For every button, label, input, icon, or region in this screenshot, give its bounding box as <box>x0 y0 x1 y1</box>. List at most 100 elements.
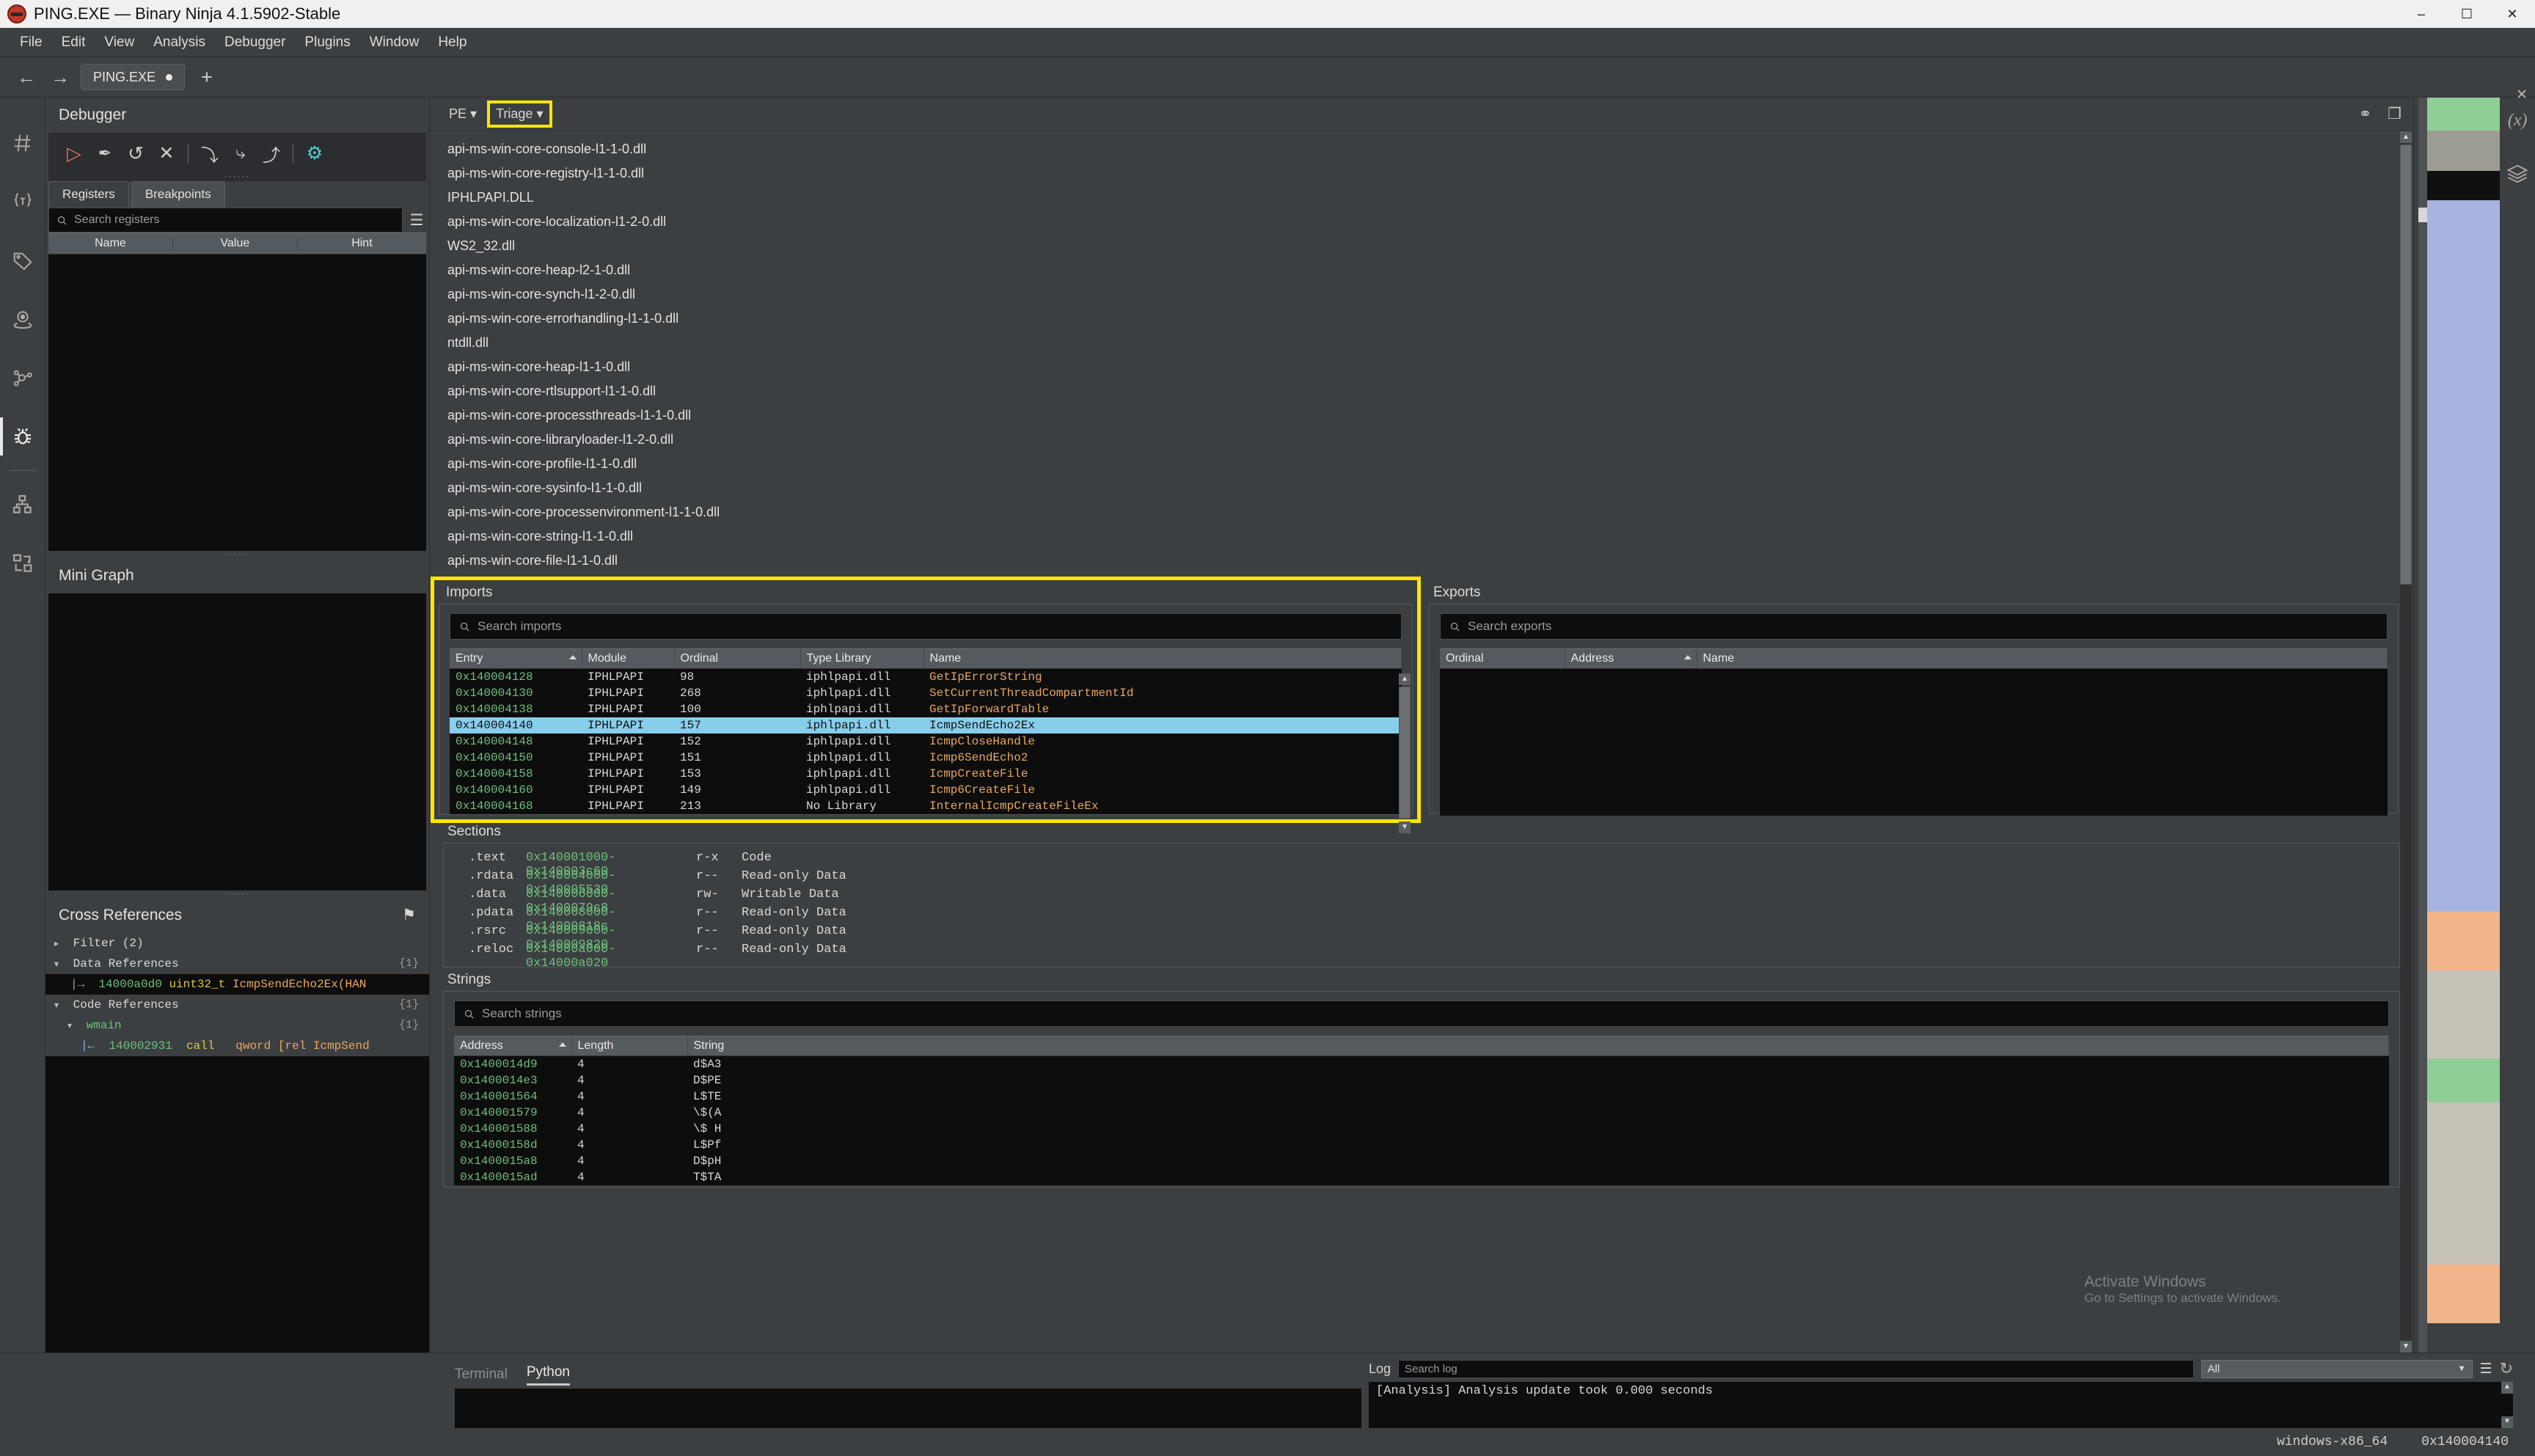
library-item[interactable]: ntdll.dll <box>447 331 2413 355</box>
table-row[interactable]: 0x140004148 IPHLPAPI 152 iphlpapi.dll Icmp… <box>450 734 1402 750</box>
table-row[interactable]: 0x140001564 4 L$TE <box>454 1089 2389 1105</box>
run-button[interactable]: ▷ <box>59 138 89 169</box>
table-row[interactable]: 0x1400014d9 4 d$A3 <box>454 1056 2389 1073</box>
minimize-button[interactable]: – <box>2399 0 2444 28</box>
triage-scroll-thumb[interactable] <box>2400 144 2412 585</box>
stop-button[interactable]: ✕ <box>151 138 182 169</box>
column-hint[interactable]: Hint <box>298 237 426 250</box>
symbols-icon[interactable] <box>0 114 45 172</box>
menu-edit[interactable]: Edit <box>52 32 95 54</box>
imports-col-name[interactable]: Name <box>923 648 1402 669</box>
tab-terminal[interactable]: Terminal <box>455 1367 508 1386</box>
imports-scroll-thumb[interactable] <box>1399 687 1411 819</box>
toolbar-resize-grip[interactable]: ······ <box>48 172 426 181</box>
library-item[interactable]: api-ms-win-core-sysinfo-l1-1-0.dll <box>447 476 2413 500</box>
variables-icon[interactable]: (x) <box>2508 111 2528 131</box>
link-icon[interactable]: ⚭ <box>2359 105 2372 123</box>
hierarchy-icon[interactable] <box>0 475 45 534</box>
graph-nodes-icon[interactable] <box>0 348 45 407</box>
layers-icon[interactable] <box>2506 163 2528 185</box>
table-row[interactable]: 0x1400015ad 4 T$TA <box>454 1169 2389 1185</box>
menu-window[interactable]: Window <box>360 32 429 54</box>
maximize-button[interactable]: ☐ <box>2444 0 2490 28</box>
menu-file[interactable]: File <box>10 32 52 54</box>
xref-code-row[interactable]: |← 140002931 call qword [rel IcmpSend <box>45 1036 429 1056</box>
step-out-button[interactable]: ⤴ <box>256 138 287 169</box>
column-value[interactable]: Value <box>173 237 298 250</box>
table-row[interactable]: 0x140004128 IPHLPAPI 98 iphlpapi.dll GetIp… <box>450 669 1402 686</box>
imports-col-module[interactable]: Module <box>582 648 675 669</box>
restart-button[interactable]: ↺ <box>120 138 151 169</box>
library-item[interactable]: api-ms-win-core-localization-l1-2-0.dll <box>447 210 2413 234</box>
search-imports-input[interactable]: Search imports <box>450 613 1402 640</box>
log-filter-dropdown[interactable]: All ▼ <box>2201 1359 2473 1378</box>
search-registers-input[interactable]: Search registers <box>48 208 403 233</box>
strings-col-length[interactable]: Length <box>571 1036 688 1056</box>
section-row[interactable]: .data 0x140006000-0x1400079c8 rw- Writable… <box>469 888 2399 915</box>
close-button[interactable]: ✕ <box>2490 0 2535 28</box>
section-row[interactable]: .reloc 0x14000a000-0x14000a020 r-- Read-on… <box>469 943 2399 970</box>
menu-analysis[interactable]: Analysis <box>144 32 215 54</box>
split-view-icon[interactable]: ❐ <box>2388 105 2402 123</box>
binary-minimap[interactable] <box>2414 98 2501 1353</box>
section-row[interactable]: .text 0x140001000-0x140003c60 r-x Code <box>469 851 2399 879</box>
library-item[interactable]: api-ms-win-core-file-l1-1-0.dll <box>447 549 2413 573</box>
imports-table[interactable]: Entry Module Ordinal Type Library Name 0… <box>450 648 1402 814</box>
tab-breakpoints[interactable]: Breakpoints <box>131 181 225 208</box>
library-item[interactable]: api-ms-win-core-synch-l1-2-0.dll <box>447 282 2413 307</box>
section-row[interactable]: .pdata 0x140008000-0x14000818c r-- Read-on… <box>469 906 2399 934</box>
table-row[interactable]: 0x140004150 IPHLPAPI 151 iphlpapi.dll Icmp… <box>450 750 1402 766</box>
python-console-input[interactable] <box>455 1389 1361 1428</box>
tag-icon[interactable] <box>0 231 45 290</box>
library-item[interactable]: api-ms-win-core-libraryloader-l1-2-0.dll <box>447 428 2413 452</box>
close-sidebar-icon[interactable]: ✕ <box>2516 87 2528 103</box>
library-item[interactable]: IPHLPAPI.DLL <box>447 186 2413 210</box>
file-tab-ping-exe[interactable]: PING.EXE <box>81 64 186 90</box>
library-item[interactable]: api-ms-win-core-registry-l1-1-0.dll <box>447 161 2413 186</box>
log-scroll-up-icon[interactable]: ▲ <box>2501 1382 2513 1394</box>
library-item[interactable]: api-ms-win-core-string-l1-1-0.dll <box>447 524 2413 549</box>
nav-back-icon[interactable]: ← <box>13 66 40 89</box>
log-menu-icon[interactable]: ☰ <box>2480 1361 2492 1378</box>
search-exports-input[interactable]: Search exports <box>1440 613 2388 640</box>
settings-gear-button[interactable]: ⚙ <box>299 138 330 169</box>
connect-button[interactable]: ✒ <box>89 138 120 169</box>
tab-python[interactable]: Python <box>526 1364 570 1386</box>
table-row[interactable]: 0x1400014e3 4 D$PE <box>454 1072 2389 1089</box>
strings-col-string[interactable]: String <box>687 1036 2389 1056</box>
imports-col-entry[interactable]: Entry <box>450 648 582 669</box>
library-item[interactable]: WS2_32.dll <box>447 234 2413 258</box>
registers-grid[interactable] <box>48 255 426 552</box>
library-item[interactable]: api-ms-win-core-rtlsupport-l1-1-0.dll <box>447 379 2413 403</box>
pin-icon[interactable]: ⚑ <box>402 906 416 924</box>
table-row[interactable]: 0x140004130 IPHLPAPI 268 iphlpapi.dll SetC… <box>450 685 1402 701</box>
table-row[interactable]: 0x14000158d 4 L$Pf <box>454 1137 2389 1153</box>
log-history-icon[interactable]: ↻ <box>2500 1359 2513 1378</box>
table-row[interactable]: 0x140004160 IPHLPAPI 149 iphlpapi.dll Icmp… <box>450 782 1402 798</box>
xref-group-data-references[interactable]: ▾ Data References {1} <box>45 954 429 974</box>
imports-col-typelibrary[interactable]: Type Library <box>800 648 924 669</box>
new-tab-button[interactable]: + <box>192 66 222 89</box>
xref-subgroup-wmain[interactable]: ▾ wmain {1} <box>45 1015 429 1036</box>
dock-splitter-2[interactable]: ······ <box>45 890 429 898</box>
menu-help[interactable]: Help <box>428 32 476 54</box>
menu-view[interactable]: View <box>95 32 144 54</box>
tab-registers[interactable]: Registers <box>48 181 129 208</box>
section-row[interactable]: .rsrc 0x140009000-0x140009820 r-- Read-onl… <box>469 924 2399 952</box>
triage-scroll-up-icon[interactable]: ▲ <box>2400 131 2412 143</box>
log-output[interactable]: [Analysis] Analysis update took 0.000 se… <box>1369 1382 2513 1428</box>
step-into-button[interactable]: ⤵ <box>194 138 225 169</box>
library-item[interactable]: api-ms-win-core-console-l1-1-0.dll <box>447 137 2413 161</box>
table-row[interactable]: 0x140001579 4 \$(A <box>454 1105 2389 1121</box>
table-row[interactable]: 0x140004158 IPHLPAPI 153 iphlpapi.dll Icmp… <box>450 766 1402 782</box>
transform-icon[interactable] <box>0 534 45 593</box>
view-mode-selector-triage[interactable]: Triage ▾ <box>487 100 552 128</box>
menu-plugins[interactable]: Plugins <box>295 32 359 54</box>
search-log-input[interactable]: Search log <box>1398 1359 2194 1378</box>
xref-data-row[interactable]: |→ 14000a0d0 uint32_t IcmpSendEcho2Ex(HA… <box>45 973 429 995</box>
xref-filter-row[interactable]: ▸ Filter (2) <box>45 933 429 954</box>
search-strings-input[interactable]: Search strings <box>454 1000 2389 1027</box>
library-item[interactable]: api-ms-win-core-processthreads-l1-1-0.dl… <box>447 403 2413 428</box>
step-over-button[interactable]: ⤷ <box>225 138 256 169</box>
nav-forward-icon[interactable]: → <box>47 66 73 89</box>
